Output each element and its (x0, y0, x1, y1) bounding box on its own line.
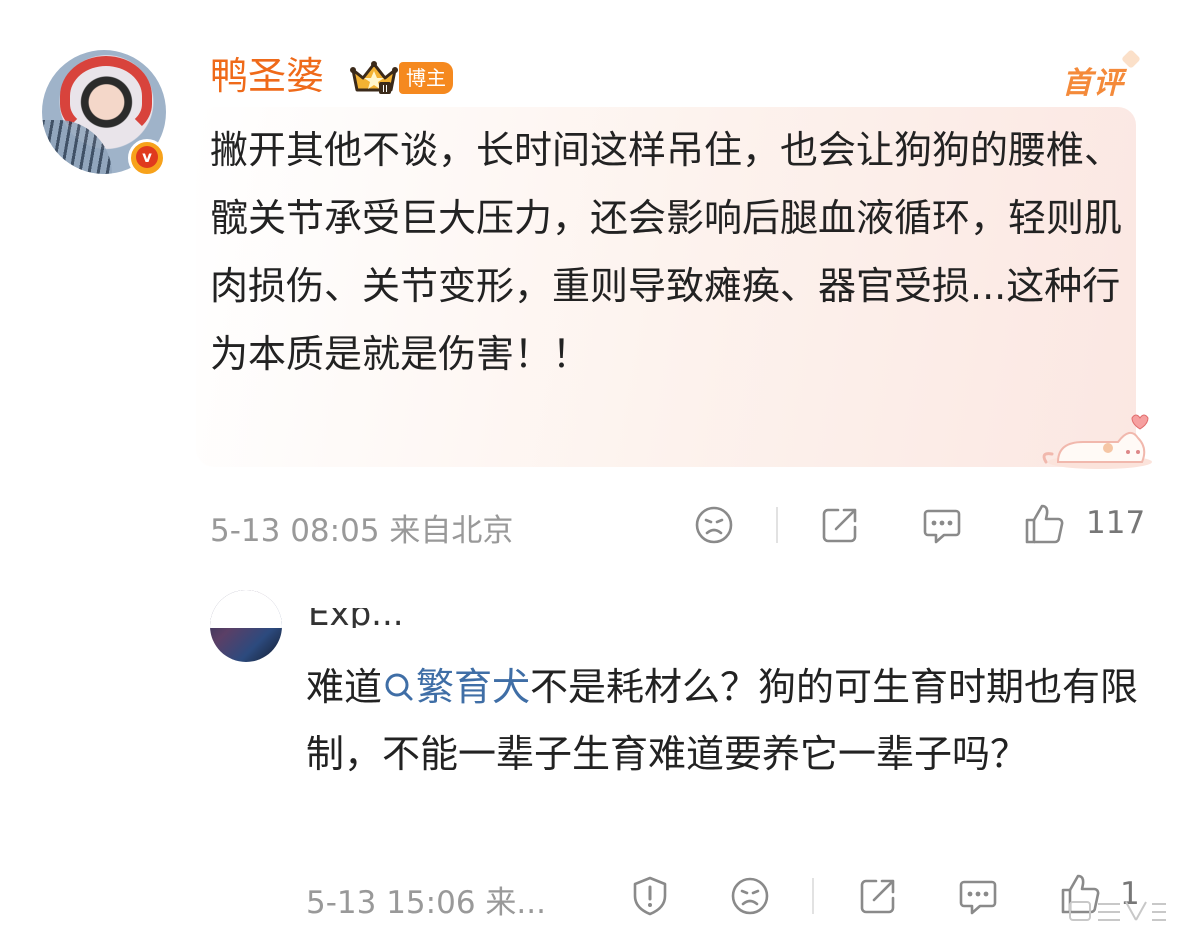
comment-text: 撇开其他不谈，长时间这样吊住，也会让狗狗的腰椎、髋关节承受巨大压力，还会影响后腿… (210, 128, 1123, 376)
share-icon[interactable] (856, 874, 900, 918)
like-count: 117 (1086, 505, 1146, 541)
svg-text:II: II (382, 84, 388, 95)
comment-icon[interactable] (956, 874, 1000, 918)
sad-face-icon[interactable] (728, 874, 772, 918)
comment-username[interactable]: 鸭圣婆 (210, 54, 324, 98)
share-icon[interactable] (818, 503, 862, 547)
comment-text: 难道 繁育犬不是耗材么？狗的可生育时期也有限制，不能一辈子生育难道要养它一辈子吗？ (306, 665, 1139, 776)
action-divider (812, 878, 814, 914)
cat-sticker-icon (1042, 414, 1152, 469)
action-divider (776, 507, 778, 543)
topic-search-link[interactable]: 繁育犬 (382, 665, 530, 709)
crown-level-icon: II (350, 61, 398, 95)
comment-time-location: 5-13 15:06 来... (306, 885, 546, 921)
watermark-icon (1069, 901, 1166, 921)
blogger-badge: 博主 (399, 62, 453, 94)
sad-face-icon[interactable] (692, 503, 736, 547)
verified-v-badge-icon: v (128, 139, 166, 177)
search-icon (385, 673, 413, 701)
report-icon[interactable] (628, 874, 672, 918)
first-comment-tag: 首评 (1062, 58, 1124, 102)
comment-icon[interactable] (920, 503, 964, 547)
scroll-clip-overlay (300, 584, 640, 608)
comment-time-location: 5-13 08:05 来自北京 (210, 513, 514, 549)
user-avatar[interactable] (210, 590, 282, 662)
thumbs-up-icon[interactable] (1022, 502, 1066, 546)
